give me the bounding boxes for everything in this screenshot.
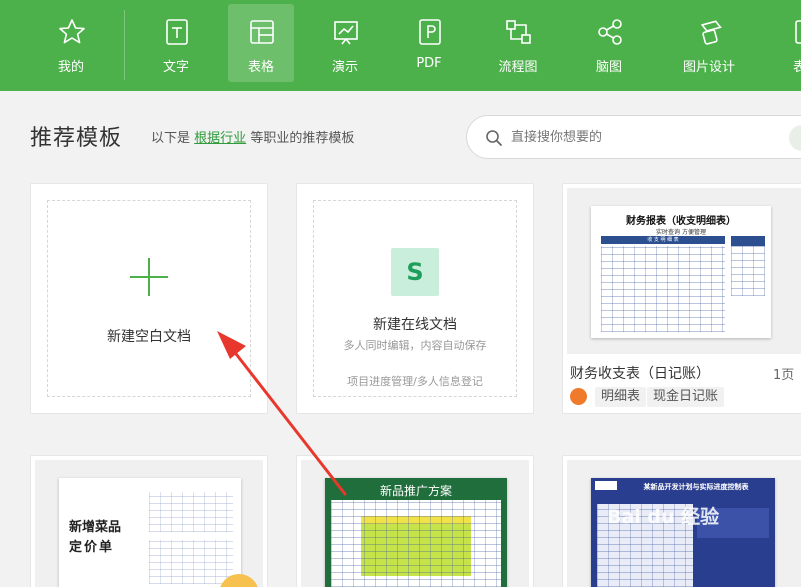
section-title: 推荐模板 <box>30 126 123 151</box>
toolbar-item-mine[interactable]: 我的 <box>38 4 104 82</box>
search-box[interactable] <box>466 115 801 159</box>
toolbar-divider <box>124 10 125 80</box>
thumb-grid <box>149 540 233 584</box>
thumb-grid <box>601 246 725 332</box>
spreadsheet-icon <box>250 20 274 44</box>
thumb-line1: 新增菜品 <box>69 520 122 535</box>
toolbar-item-label: 图片设计 <box>682 60 735 75</box>
thumb-grid <box>149 492 233 532</box>
more-icon <box>795 20 801 44</box>
section-subtitle: 以下是 根据行业 等职业的推荐模板 <box>151 127 354 146</box>
template-name: 财务收支表（日记账） <box>570 366 710 382</box>
template-tag[interactable]: 明细表 <box>595 387 647 407</box>
toolbar-item-label: 文字 <box>162 60 189 75</box>
online-doc-icon: S <box>391 248 439 296</box>
thumb-logo <box>595 481 617 490</box>
toolbar-item-label: 脑图 <box>595 60 622 75</box>
toolbar-item-presentation[interactable]: 演示 <box>312 4 378 82</box>
toolbar-item-label: 我的 <box>57 60 84 75</box>
template-card-finance[interactable]: 财务报表（收支明细表） 实时查询 方便管理 收 支 明 细 表 财务收支表（日记… <box>562 183 801 414</box>
template-thumbnail: 新品推广方案 <box>301 460 529 587</box>
subtitle-suffix: 等职业的推荐模板 <box>250 131 355 146</box>
industry-link[interactable]: 根据行业 <box>194 131 246 146</box>
toolbar-item-flowchart[interactable]: 流程图 <box>485 4 551 82</box>
new-blank-card[interactable]: 新建空白文档 <box>30 183 268 414</box>
template-card-menu-pricing[interactable]: 新增菜品 定价单 <box>30 455 268 587</box>
image-design-icon <box>700 20 722 45</box>
template-thumbnail: 财务报表（收支明细表） 实时查询 方便管理 收 支 明 细 表 <box>567 188 801 354</box>
thumb-title: 财务报表（收支明细表） <box>626 216 736 227</box>
dashed-frame <box>313 200 517 397</box>
new-online-label: 新建在线文档 <box>373 317 457 333</box>
toolbar-item-spreadsheet[interactable]: 表格 <box>228 4 294 82</box>
thumb-side-grid <box>731 246 765 296</box>
template-thumbnail: 新增菜品 定价单 <box>35 460 263 587</box>
thumb-header: 收 支 明 细 表 <box>601 236 725 244</box>
toolbar-item-pdf[interactable]: PDF <box>396 4 462 82</box>
template-card-dev-plan[interactable]: 某新品开发计划与实际进度控制表 Bai du 经验 <box>562 455 801 587</box>
thumb-title: 新品推广方案 <box>379 484 452 498</box>
thumb-sheet: 新增菜品 定价单 <box>59 478 259 587</box>
star-icon <box>59 19 85 44</box>
thumb-sheet: 某新品开发计划与实际进度控制表 <box>591 478 775 587</box>
wps-logo-icon <box>570 388 587 405</box>
document-icon <box>166 19 188 45</box>
search-input[interactable] <box>511 127 751 147</box>
template-page-count: 1页 <box>773 368 795 383</box>
flowchart-icon <box>506 20 531 44</box>
subtitle-prefix: 以下是 <box>151 131 191 146</box>
thumb-title: 某新品开发计划与实际进度控制表 <box>643 483 749 491</box>
toolbar-item-more[interactable]: 表 <box>778 4 801 82</box>
toolbar-item-label: 表 <box>793 60 801 75</box>
new-online-examples: 项目进度管理/多人信息登记 <box>347 375 483 388</box>
toolbar-item-label: 流程图 <box>498 60 538 75</box>
online-doc-icon-letter: S <box>406 258 424 286</box>
template-card-product-promo[interactable]: 新品推广方案 <box>296 455 534 587</box>
toolbar-item-mindmap[interactable]: 脑图 <box>576 4 642 82</box>
presentation-icon <box>334 21 358 45</box>
new-online-note: 多人同时编辑，内容自动保存 <box>343 339 487 352</box>
thumb-grid <box>331 500 501 587</box>
thumb-sheet: 财务报表（收支明细表） 实时查询 方便管理 收 支 明 细 表 <box>591 206 771 338</box>
toolbar-item-label: 表格 <box>247 60 274 75</box>
search-icon <box>486 130 502 146</box>
dashed-frame <box>47 200 251 397</box>
toolbar-item-label: 演示 <box>331 60 358 75</box>
template-tag[interactable]: 现金日记账 <box>647 387 725 407</box>
thumb-line2: 定价单 <box>69 540 115 555</box>
baidu-watermark: Bai du 经验 <box>607 506 720 528</box>
toolbar-item-label: PDF <box>416 56 442 71</box>
new-blank-label: 新建空白文档 <box>107 329 191 345</box>
new-online-card[interactable]: S 新建在线文档 多人同时编辑，内容自动保存 项目进度管理/多人信息登记 <box>296 183 534 414</box>
search-button[interactable] <box>789 125 801 151</box>
thumb-sheet: 新品推广方案 <box>325 478 507 587</box>
plus-icon <box>130 258 168 296</box>
toolbar-item-image-design[interactable]: 图片设计 <box>676 4 742 82</box>
top-toolbar: 我的 文字 表格 演示 PDF 流程图 脑图 图片设计 表 <box>0 0 801 91</box>
toolbar-item-text[interactable]: 文字 <box>143 4 209 82</box>
pdf-icon <box>419 19 441 45</box>
thumb-subtitle: 实时查询 方便管理 <box>656 229 706 236</box>
mindmap-icon <box>598 19 622 45</box>
